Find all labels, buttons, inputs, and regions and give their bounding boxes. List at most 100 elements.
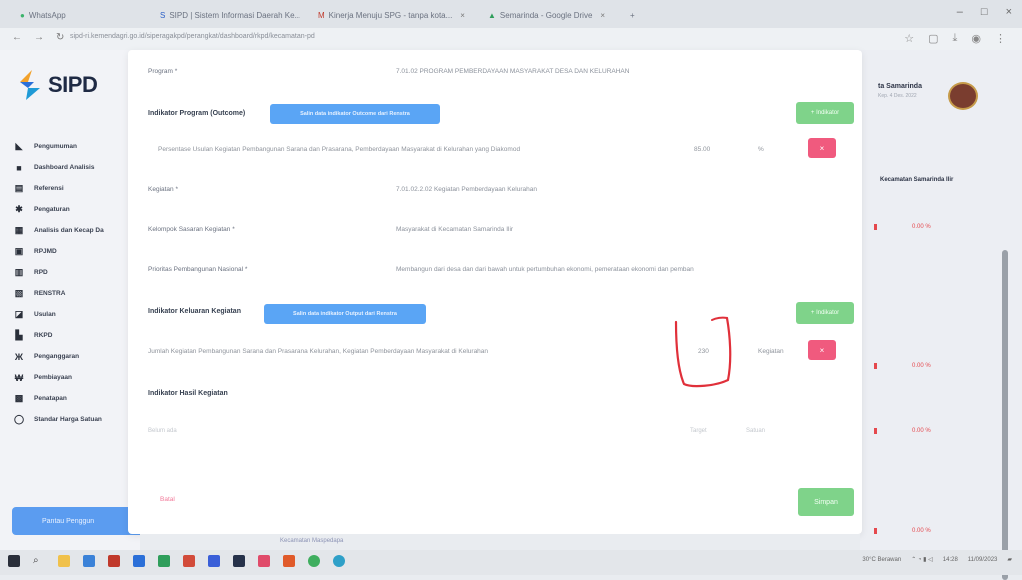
tag-icon: ◯ — [14, 414, 25, 424]
document-icon: ▣ — [14, 246, 24, 256]
mail-app-icon[interactable] — [133, 555, 145, 567]
tab-drive[interactable]: ▲ Semarinda - Google Drive × — [488, 6, 608, 24]
tab-label: Semarinda - Google Drive — [499, 10, 593, 20]
pantau-penggunaan-button[interactable]: Pantau Penggun — [12, 507, 144, 535]
close-window-icon[interactable]: × — [1006, 6, 1012, 18]
maximize-icon[interactable]: □ — [981, 6, 988, 18]
sidebar-item-analisis[interactable]: ▦ Analisis dan Kecap Da — [14, 220, 140, 241]
kelompok-sasaran-value[interactable]: Masyarakat di Kecamatan Samarinda Ilir — [396, 226, 513, 233]
tab-mail[interactable]: M Kinerja Menuju SPG - tanpa kota... × — [318, 6, 468, 24]
sidebar-item-rpjmd[interactable]: ▣ RPJMD — [14, 241, 140, 262]
notification-icon[interactable]: ▰ — [1007, 556, 1012, 563]
chrome-icon[interactable] — [308, 555, 320, 567]
outcome-indikator-text: Persentase Usulan Kegiatan Pembangunan S… — [158, 146, 521, 153]
back-icon[interactable]: ← — [12, 32, 22, 43]
excel-icon[interactable] — [158, 555, 170, 567]
sidebar-item-standar-harga[interactable]: ◯ Standar Harga Satuan — [14, 409, 140, 430]
sidebar-item-penganggaran[interactable]: Ж Penganggaran — [14, 346, 140, 367]
window-controls: – □ × — [957, 6, 1012, 18]
app-icon[interactable] — [258, 555, 270, 567]
dashboard-icon: ■ — [16, 162, 22, 173]
start-icon[interactable] — [8, 555, 20, 567]
sipd-logo-icon — [20, 70, 40, 100]
app-icon[interactable] — [108, 555, 120, 567]
add-outcome-indikator-button[interactable]: + Indikator — [796, 102, 854, 124]
outcome-target-value[interactable]: 85.00 — [694, 146, 710, 153]
sidebar-menu: ◣ Pengumuman ■ Dashboard Analisis ▤ Referen… — [14, 136, 140, 430]
sidebar-item-dashboard[interactable]: ■ Dashboard Analisis — [14, 157, 140, 178]
outcome-unit: % — [758, 146, 764, 153]
copy-outcome-button[interactable]: Salin data indikator Outcome dari Renstr… — [270, 104, 440, 124]
sidebar-item-pembiayaan[interactable]: ₩ Pembiayaan — [14, 367, 140, 388]
money-icon: ₩ — [14, 372, 24, 383]
sidebar-item-rkpd[interactable]: ▙ RKPD — [14, 325, 140, 346]
sidebar-item-renstra[interactable]: ▧ RENSTRA — [14, 283, 140, 304]
sidebar-item-label: Penatapan — [34, 395, 67, 402]
region-subtitle: Kep. 4 Des. 2022 — [878, 93, 917, 99]
system-tray: 30°C Berawan ⌃ ◔ ▮ ◁ 14:28 11/09/2023 ▰ — [862, 556, 1012, 564]
app-icon[interactable] — [283, 555, 295, 567]
keluaran-target-value[interactable]: 230 — [698, 348, 709, 355]
sidebar-item-rpd[interactable]: ▥ RPD — [14, 262, 140, 283]
sidebar-item-pengaturan[interactable]: ✱ Pengaturan — [14, 199, 140, 220]
chrome-icon[interactable] — [333, 555, 345, 567]
megaphone-icon: ◣ — [15, 141, 23, 151]
word-icon[interactable] — [208, 555, 220, 567]
sidebar-item-referensi[interactable]: ▤ Referensi — [14, 178, 140, 199]
emblem-icon — [948, 82, 978, 110]
clock-time[interactable]: 14:28 — [943, 557, 958, 563]
mail-icon: M — [318, 10, 325, 20]
percentage-value: 0.00 % — [912, 428, 931, 434]
taskbar-apps: ⌕ — [8, 555, 345, 567]
cancel-button[interactable]: Batal — [160, 496, 175, 503]
prioritas-value[interactable]: Membangun dari desa dan dari bawah untuk… — [396, 266, 694, 273]
profile-icon[interactable]: ◉ — [971, 32, 981, 45]
address-bar: ← → ↻ sipd-ri.kemendagri.go.id/siperagak… — [0, 28, 1022, 51]
search-icon[interactable]: ⌕ — [33, 555, 45, 567]
kegiatan-value[interactable]: 7.01.02.2.02 Kegiatan Pemberdayaan Kelur… — [396, 186, 537, 193]
sidebar-item-usulan[interactable]: ◪ Usulan — [14, 304, 140, 325]
star-icon[interactable]: ☆ — [904, 32, 914, 45]
percentage-value: 0.00 % — [912, 528, 931, 534]
weather-text[interactable]: 30°C Berawan — [862, 557, 901, 563]
download-icon[interactable]: ⤓ — [953, 32, 958, 45]
program-value[interactable]: 7.01.02 PROGRAM PEMBERDAYAAN MASYARAKAT … — [396, 68, 629, 75]
sipd-logo[interactable]: SIPD — [18, 70, 98, 100]
file-explorer-icon[interactable] — [58, 555, 70, 567]
document-icon: ▥ — [14, 267, 24, 277]
forward-icon[interactable]: → — [34, 32, 44, 43]
reload-icon[interactable]: ↻ — [56, 32, 64, 43]
percentage-value: 0.00 % — [912, 363, 931, 369]
minimize-icon[interactable]: – — [957, 6, 963, 18]
url-field[interactable]: sipd-ri.kemendagri.go.id/siperagakpd/per… — [70, 33, 315, 40]
hasil-empty-placeholder: Belum ada — [148, 428, 177, 434]
sidebar-item-pengumuman[interactable]: ◣ Pengumuman — [14, 136, 140, 157]
sidebar-item-penatapan[interactable]: ▩ Penatapan — [14, 388, 140, 409]
close-icon[interactable]: × — [600, 11, 605, 20]
clock-date[interactable]: 11/09/2023 — [968, 557, 998, 563]
add-keluaran-indikator-button[interactable]: + Indikator — [796, 302, 854, 324]
tray-icons[interactable]: ⌃ ◔ ▮ ◁ — [911, 556, 933, 563]
drive-icon: ▲ — [488, 10, 496, 20]
status-marker — [874, 528, 877, 534]
menu-icon[interactable]: ⋮ — [995, 32, 1006, 45]
hasil-satuan-placeholder[interactable]: Satuan — [746, 428, 765, 434]
hasil-target-placeholder[interactable]: Target — [690, 428, 707, 434]
close-icon[interactable]: × — [460, 11, 465, 20]
save-button[interactable]: Simpan — [798, 488, 854, 516]
tab-label: WhatsApp — [28, 10, 66, 20]
sidepanel-icon[interactable]: ▢ — [928, 32, 938, 45]
app-icon[interactable] — [233, 555, 245, 567]
tab-whatsapp[interactable]: ● WhatsApp — [20, 6, 140, 24]
new-tab-button[interactable]: + — [630, 6, 644, 24]
remove-keluaran-button[interactable]: × — [808, 340, 836, 360]
store-icon[interactable] — [83, 555, 95, 567]
app-icon[interactable] — [183, 555, 195, 567]
status-marker — [874, 224, 877, 230]
scrollbar[interactable] — [1002, 250, 1008, 580]
remove-outcome-button[interactable]: × — [808, 138, 836, 158]
copy-output-button[interactable]: Salin data indikator Output dari Renstra — [264, 304, 426, 324]
tab-sipd[interactable]: S SIPD | Sistem Informasi Daerah Ke... × — [160, 6, 300, 24]
tab-label: SIPD | Sistem Informasi Daerah Ke... — [169, 10, 300, 20]
logo-text: SIPD — [48, 72, 98, 97]
